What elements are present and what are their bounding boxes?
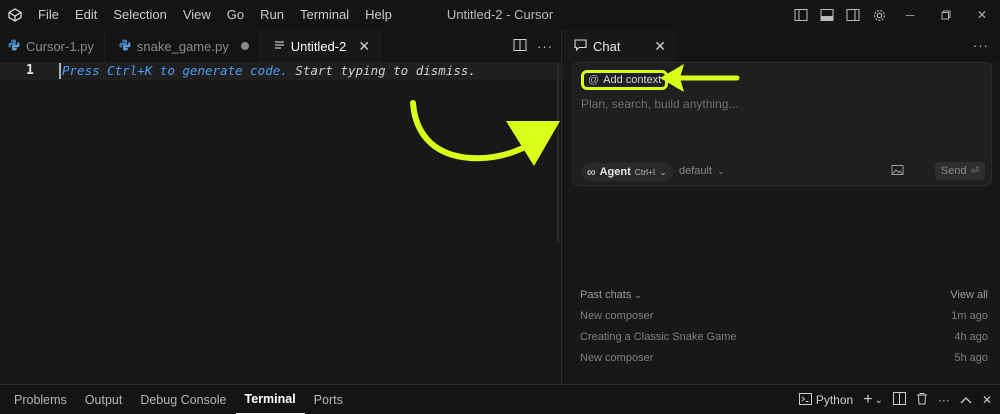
python-icon bbox=[8, 39, 20, 54]
past-chats-label: Past chats bbox=[580, 289, 632, 301]
chat-header: Chat ✕ ··· bbox=[562, 30, 1000, 62]
chat-history-time: 4h ago bbox=[954, 331, 988, 343]
text-cursor bbox=[59, 63, 61, 79]
chat-history-title: New composer bbox=[580, 352, 654, 364]
close-window-icon[interactable]: ✕ bbox=[964, 0, 1000, 30]
chat-input[interactable]: Plan, search, build anything... bbox=[581, 97, 738, 111]
toggle-panel-icon[interactable] bbox=[814, 0, 840, 30]
toggle-secondary-sidebar-icon[interactable] bbox=[840, 0, 866, 30]
send-label: Send bbox=[940, 165, 967, 177]
menu-help[interactable]: Help bbox=[357, 0, 400, 30]
tab-chat[interactable]: Chat ✕ bbox=[562, 30, 676, 62]
chevron-up-icon[interactable] bbox=[960, 393, 972, 407]
panel-tab-bar: Problems Output Debug Console Terminal P… bbox=[0, 384, 1000, 414]
terminal-profile-select[interactable]: Python bbox=[798, 392, 854, 408]
tab-snake-game-py[interactable]: snake_game.py bbox=[105, 30, 260, 62]
close-icon[interactable]: ✕ bbox=[358, 38, 370, 55]
terminal-icon bbox=[798, 392, 812, 408]
split-editor-icon[interactable] bbox=[513, 38, 527, 55]
toggle-primary-sidebar-icon[interactable] bbox=[788, 0, 814, 30]
tab-label: snake_game.py bbox=[136, 38, 229, 54]
terminal-profile-label: Python bbox=[815, 393, 854, 407]
cursor-logo-icon bbox=[0, 0, 30, 30]
enter-icon: ⏎ bbox=[970, 165, 979, 177]
add-context-label: Add context bbox=[603, 74, 662, 86]
minimize-icon[interactable]: ─ bbox=[892, 0, 928, 30]
tab-debug-console[interactable]: Debug Console bbox=[131, 385, 235, 414]
panel-actions: Python + ⌄ ··· ✕ bbox=[798, 385, 992, 414]
agent-mode-dropdown[interactable]: ∞ Agent Ctrl+I ⌄ bbox=[581, 163, 673, 181]
more-actions-icon[interactable]: ··· bbox=[938, 393, 950, 407]
list-item[interactable]: Creating a Classic Snake Game 4h ago bbox=[580, 330, 988, 344]
tab-problems[interactable]: Problems bbox=[5, 385, 76, 414]
chat-history-title: New composer bbox=[580, 310, 654, 322]
chevron-down-icon[interactable]: ⌄ bbox=[875, 395, 883, 406]
chevron-down-icon: ⌄ bbox=[659, 166, 667, 177]
menu-bar: File Edit Selection View Go Run Terminal… bbox=[30, 0, 400, 30]
tab-cursor-1-py[interactable]: Cursor-1.py bbox=[0, 30, 105, 62]
menu-run[interactable]: Run bbox=[252, 0, 292, 30]
agent-label: Agent bbox=[599, 166, 631, 178]
chat-history-title: Creating a Classic Snake Game bbox=[580, 331, 737, 343]
list-item[interactable]: New composer 1m ago bbox=[580, 309, 988, 323]
code-editor[interactable]: 1 Press Ctrl+K to generate code. Start t… bbox=[0, 62, 561, 384]
list-item[interactable]: New composer 5h ago bbox=[580, 351, 988, 365]
tab-ports[interactable]: Ports bbox=[305, 385, 352, 414]
add-context-button[interactable]: @ Add context bbox=[581, 70, 669, 90]
scrollbar[interactable] bbox=[557, 62, 559, 242]
title-bar-actions: ─ ✕ bbox=[788, 0, 1000, 30]
more-actions-icon[interactable]: ··· bbox=[537, 39, 553, 54]
restore-icon[interactable] bbox=[928, 0, 964, 30]
tab-label: Cursor-1.py bbox=[26, 38, 94, 54]
generate-code-hint: Press Ctrl+K to generate code. Start typ… bbox=[62, 62, 476, 80]
unsaved-dot-icon[interactable] bbox=[240, 42, 249, 50]
agent-shortcut: Ctrl+I bbox=[634, 167, 656, 177]
chat-history-time: 5h ago bbox=[954, 352, 988, 364]
past-chats-toggle[interactable]: Past chats ⌄ bbox=[580, 288, 642, 302]
past-chats-header: Past chats ⌄ View all bbox=[580, 288, 988, 302]
hint-dismiss-text: Start typing to dismiss. bbox=[287, 63, 476, 78]
trash-icon[interactable] bbox=[916, 392, 928, 408]
past-chats: Past chats ⌄ View all New composer 1m ag… bbox=[580, 288, 988, 365]
tab-untitled-2[interactable]: Untitled-2 ✕ bbox=[259, 30, 382, 62]
image-icon[interactable] bbox=[891, 164, 905, 178]
model-label: default bbox=[679, 165, 713, 177]
chat-composer[interactable]: @ Add context Plan, search, build anythi… bbox=[572, 62, 992, 186]
at-sign-icon: @ bbox=[588, 74, 600, 86]
tab-label: Untitled-2 bbox=[290, 39, 347, 54]
menu-selection[interactable]: Selection bbox=[105, 0, 174, 30]
python-icon bbox=[119, 39, 131, 54]
close-icon[interactable]: ✕ bbox=[982, 393, 992, 407]
menu-edit[interactable]: Edit bbox=[67, 0, 105, 30]
gear-icon[interactable] bbox=[866, 0, 892, 30]
chat-bubble-icon bbox=[574, 38, 587, 54]
chat-panel: Chat ✕ ··· @ Add context Plan, search, b… bbox=[561, 30, 1000, 384]
editor-actions: ··· bbox=[513, 30, 553, 62]
view-all-link[interactable]: View all bbox=[950, 288, 988, 302]
send-button[interactable]: Send ⏎ bbox=[934, 162, 985, 180]
menu-file[interactable]: File bbox=[30, 0, 67, 30]
tab-terminal[interactable]: Terminal bbox=[235, 385, 305, 414]
chat-history-time: 1m ago bbox=[951, 310, 988, 322]
chevron-down-icon: ⌄ bbox=[717, 166, 725, 176]
close-icon[interactable]: ✕ bbox=[654, 38, 666, 55]
chat-tab-label: Chat bbox=[593, 38, 621, 54]
line-number: 1 bbox=[26, 63, 34, 78]
editor-tab-bar: Cursor-1.py snake_game.py Untitled-2 ✕ ·… bbox=[0, 30, 561, 62]
menu-go[interactable]: Go bbox=[219, 0, 252, 30]
more-actions-icon[interactable]: ··· bbox=[973, 38, 989, 53]
hint-shortcut-text: Press Ctrl+K to generate code. bbox=[62, 63, 288, 78]
chevron-down-icon: ⌄ bbox=[634, 290, 642, 300]
menu-view[interactable]: View bbox=[175, 0, 219, 30]
infinity-icon: ∞ bbox=[587, 165, 596, 179]
add-terminal-icon[interactable]: + bbox=[863, 391, 872, 409]
menu-terminal[interactable]: Terminal bbox=[292, 0, 357, 30]
tab-output[interactable]: Output bbox=[76, 385, 132, 414]
title-bar: File Edit Selection View Go Run Terminal… bbox=[0, 0, 1000, 30]
split-terminal-icon[interactable] bbox=[892, 392, 906, 408]
file-lines-icon bbox=[274, 39, 285, 54]
model-dropdown[interactable]: default ⌄ bbox=[679, 165, 725, 177]
